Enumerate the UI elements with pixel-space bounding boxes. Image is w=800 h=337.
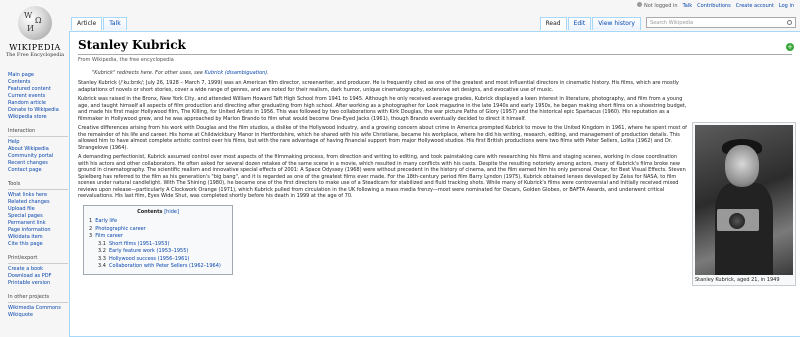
sidebar-projects: In other projects Wikimedia Commons Wiki… xyxy=(0,294,68,319)
sidebar-navigation: Main page Contents Featured content Curr… xyxy=(0,72,68,121)
toc-link[interactable]: Collaboration with Peter Sellers (1962–1… xyxy=(109,263,221,269)
sidebar-item-printable-version[interactable]: Printable version xyxy=(8,280,68,287)
disambiguation-link[interactable]: Kubrick (disambiguation) xyxy=(205,70,268,76)
sidebar: Main page Contents Featured content Curr… xyxy=(0,72,68,326)
toc-item[interactable]: 3.1 Short films (1951–1953) xyxy=(89,241,227,249)
personal-tools: Not logged in Talk Contributions Create … xyxy=(637,2,794,9)
not-logged-in: Not logged in xyxy=(637,2,678,9)
sidebar-heading-interaction: Interaction xyxy=(8,128,68,137)
sidebar-heading-tools: Tools xyxy=(8,181,68,190)
talk-link[interactable]: Talk xyxy=(683,3,693,9)
toc-link[interactable]: Short films (1951–1953) xyxy=(109,241,169,247)
toc-link[interactable]: Film career xyxy=(95,233,123,239)
sidebar-interaction: Interaction Help About Wikipedia Communi… xyxy=(0,128,68,174)
sidebar-item-wikiquote[interactable]: Wikiquote xyxy=(8,312,68,319)
sidebar-item-random-article[interactable]: Random article xyxy=(8,100,68,107)
search-placeholder: Search Wikipedia xyxy=(650,20,694,26)
sidebar-item-related-changes[interactable]: Related changes xyxy=(8,199,68,206)
sidebar-heading-projects: In other projects xyxy=(8,294,68,303)
sidebar-item-about[interactable]: About Wikipedia xyxy=(8,146,68,153)
article-paragraph: Creative differences arising from his wo… xyxy=(78,125,687,151)
sidebar-item-contents[interactable]: Contents xyxy=(8,79,68,86)
puzzle-globe-icon: WΩИ xyxy=(18,6,52,40)
article-paragraph: Kubrick was raised in the Bronx, New Yor… xyxy=(78,96,687,122)
toc-item[interactable]: 3.4 Collaboration with Peter Sellers (196… xyxy=(89,263,227,271)
page-title: Stanley Kubrick xyxy=(78,38,792,55)
logo-wordmark: WIKIPEDIA xyxy=(9,43,61,52)
toc-number: 1 xyxy=(89,218,93,224)
sidebar-item-community-portal[interactable]: Community portal xyxy=(8,153,68,160)
toc-link[interactable]: Hollywood success (1956–1961) xyxy=(109,256,190,262)
namespace-tabs: Article Talk xyxy=(71,17,128,30)
sidebar-item-store[interactable]: Wikipedia store xyxy=(8,114,68,121)
toc-hide-toggle[interactable]: [hide] xyxy=(164,209,179,215)
lead-paragraph: Stanley Kubrick (/ˈkuːbrɪk/; July 26, 19… xyxy=(78,80,679,93)
sidebar-print: Print/export Create a book Download as P… xyxy=(0,255,68,287)
toc-list: 1 Early life 2 Photographic career 3 Film car… xyxy=(89,218,227,271)
sidebar-item-current-events[interactable]: Current events xyxy=(8,93,68,100)
toc-number: 2 xyxy=(89,225,93,232)
sidebar-item-download-pdf[interactable]: Download as PDF xyxy=(8,273,68,280)
logo-tagline: The Free Encyclopedia xyxy=(5,52,65,58)
table-of-contents: Contents [hide] 1 Early life 2 Photographic… xyxy=(83,204,233,275)
tab-view-history[interactable]: View history xyxy=(592,17,641,30)
sidebar-item-commons[interactable]: Wikimedia Commons xyxy=(8,305,68,312)
sidebar-heading-print: Print/export xyxy=(8,255,68,264)
sidebar-item-what-links-here[interactable]: What links here xyxy=(8,192,68,199)
toc-number: 3.2 xyxy=(98,248,106,254)
sidebar-item-recent-changes[interactable]: Recent changes xyxy=(8,160,68,167)
hatnote-text: "Kubrick" redirects here. For other uses… xyxy=(92,70,205,76)
image-caption: Stanley Kubrick, aged 21, in 1949 xyxy=(695,277,780,283)
sidebar-tools: Tools What links here Related changes Up… xyxy=(0,181,68,248)
view-tabs: Read Edit View history xyxy=(539,17,643,30)
infobox: Stanley Kubrick, aged 21, in 1949 xyxy=(692,122,796,286)
sidebar-item-contact[interactable]: Contact page xyxy=(8,167,68,174)
article-paragraph: A demanding perfectionist, Kubrick assum… xyxy=(78,154,686,199)
toc-number: 3.1 xyxy=(98,240,106,247)
tab-edit[interactable]: Edit xyxy=(567,17,592,30)
sidebar-item-wikidata-item[interactable]: Wikidata item xyxy=(8,234,68,241)
portrait-image[interactable] xyxy=(695,125,793,275)
toc-number: 3 xyxy=(89,233,93,239)
sidebar-item-permanent-link[interactable]: Permanent link xyxy=(8,220,68,227)
toc-item[interactable]: 2 Photographic career xyxy=(89,226,227,234)
hatnote: "Kubrick" redirects here. For other uses… xyxy=(78,70,792,76)
tab-article[interactable]: Article xyxy=(71,17,103,30)
sidebar-item-page-information[interactable]: Page information xyxy=(8,227,68,234)
contributions-link[interactable]: Contributions xyxy=(697,3,731,9)
create-account-link[interactable]: Create account xyxy=(736,3,774,9)
good-article-icon: + xyxy=(786,43,794,51)
toc-number: 3.4 xyxy=(98,263,106,269)
toc-item[interactable]: 3.2 Early feature work (1953–1955) xyxy=(89,248,227,256)
sidebar-item-featured-content[interactable]: Featured content xyxy=(8,86,68,93)
tab-read[interactable]: Read xyxy=(539,17,567,30)
search-input[interactable]: Search Wikipedia xyxy=(646,17,796,28)
toc-number: 3.3 xyxy=(98,255,106,262)
search-icon[interactable] xyxy=(787,20,792,25)
sidebar-item-create-book[interactable]: Create a book xyxy=(8,266,68,273)
log-in-link[interactable]: Log in xyxy=(779,3,794,9)
sidebar-item-special-pages[interactable]: Special pages xyxy=(8,213,68,220)
site-subtitle: From Wikipedia, the free encyclopedia xyxy=(78,57,174,63)
sidebar-item-help[interactable]: Help xyxy=(8,139,68,146)
sidebar-item-cite-page[interactable]: Cite this page xyxy=(8,241,68,248)
sidebar-item-upload-file[interactable]: Upload file xyxy=(8,206,68,213)
toc-title: Contents [hide] xyxy=(137,208,179,215)
toc-item[interactable]: 3 Film career xyxy=(89,233,227,241)
user-icon xyxy=(637,2,643,7)
toc-link[interactable]: Early feature work (1953–1955) xyxy=(109,248,188,254)
toc-item[interactable]: 3.3 Hollywood success (1956–1961) xyxy=(89,256,227,264)
toc-link[interactable]: Early life xyxy=(95,218,117,224)
sidebar-item-main-page[interactable]: Main page xyxy=(8,72,68,79)
tab-talk[interactable]: Talk xyxy=(103,17,127,30)
toc-link[interactable]: Photographic career xyxy=(95,226,146,232)
toc-item[interactable]: 1 Early life xyxy=(89,218,227,226)
article-content: Stanley Kubrick + From Wikipedia, the fr… xyxy=(69,31,800,337)
hatnote-end: . xyxy=(267,70,269,76)
sidebar-item-donate[interactable]: Donate to Wikipedia xyxy=(8,107,68,114)
wikipedia-logo[interactable]: WΩИ WIKIPEDIA The Free Encyclopedia xyxy=(0,0,70,68)
